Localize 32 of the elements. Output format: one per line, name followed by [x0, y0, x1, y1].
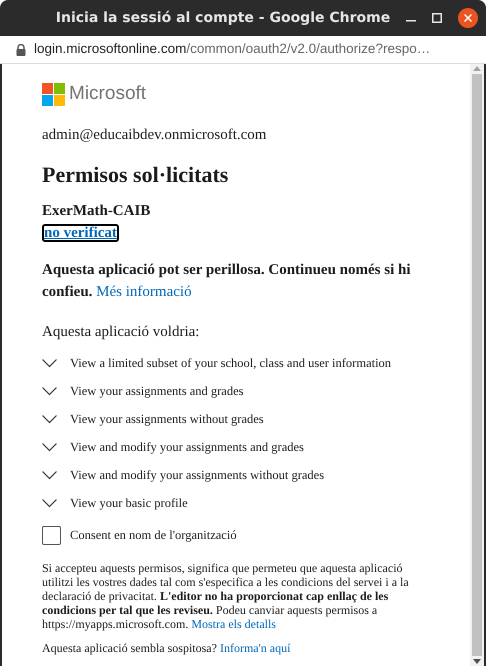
permission-item[interactable]: View a limited subset of your school, class and user information: [42, 349, 450, 377]
permission-item[interactable]: View your assignments without grades: [42, 405, 450, 433]
maximize-icon[interactable]: [432, 13, 442, 23]
more-info-link[interactable]: Més informació: [96, 284, 192, 300]
show-details-link[interactable]: Mostra els detalls: [191, 617, 276, 631]
chevron-icon: [42, 498, 57, 508]
permission-item[interactable]: View and modify your assignments without grades: [42, 461, 450, 489]
window-title: Inicia la sessió al compte - Google Chrome: [56, 8, 390, 28]
brand-logo: Microsoft: [42, 82, 450, 106]
scroll-down-icon[interactable]: [473, 659, 481, 664]
page-heading: Permisos sol·licitats: [42, 160, 230, 188]
app-name: ExerMath-CAIB: [42, 202, 152, 220]
verification-link[interactable]: no verificat: [42, 224, 119, 242]
lock-icon: [16, 44, 26, 56]
chevron-icon: [42, 442, 57, 452]
chevron-icon: [42, 386, 57, 396]
account-email: admin@educaibdev.onmicrosoft.com: [42, 126, 268, 145]
chevron-icon: [42, 414, 57, 424]
permission-item[interactable]: View your basic profile: [42, 489, 450, 517]
report-link[interactable]: Informa'n aquí: [220, 641, 290, 655]
close-icon[interactable]: [458, 8, 478, 28]
permissions-label: Aquesta aplicació voldria:: [42, 322, 200, 342]
permission-item[interactable]: View your assignments and grades: [42, 377, 450, 405]
consent-label: Consent en nom de l'organització: [70, 526, 237, 544]
consent-checkbox[interactable]: [42, 526, 61, 544]
consent-notice: Si accepteu aquests permisos, significa que permeteu que aquesta aplicació utilitzi les vostres dades tal com s'especifica a les condicions del servei i a la declaració de privacitat. L'editor no ha proporcionat cap enllaç de les condicions per tal que les reviseu. Podeu canviar aquests permisos a https://myapps.microsoft.com. Mostra els detalls: [42, 561, 410, 631]
chevron-icon: [42, 358, 57, 368]
scrollbar[interactable]: [470, 64, 484, 666]
warning-text: Aquesta aplicació pot ser perillosa. Continueu només si hi confieu. Més informació: [42, 260, 412, 302]
permission-item[interactable]: View and modify your assignments and grades: [42, 433, 450, 461]
report-text: Aquesta aplicació sembla sospitosa? Informa'n aquí: [42, 640, 292, 657]
chevron-icon: [42, 470, 57, 480]
